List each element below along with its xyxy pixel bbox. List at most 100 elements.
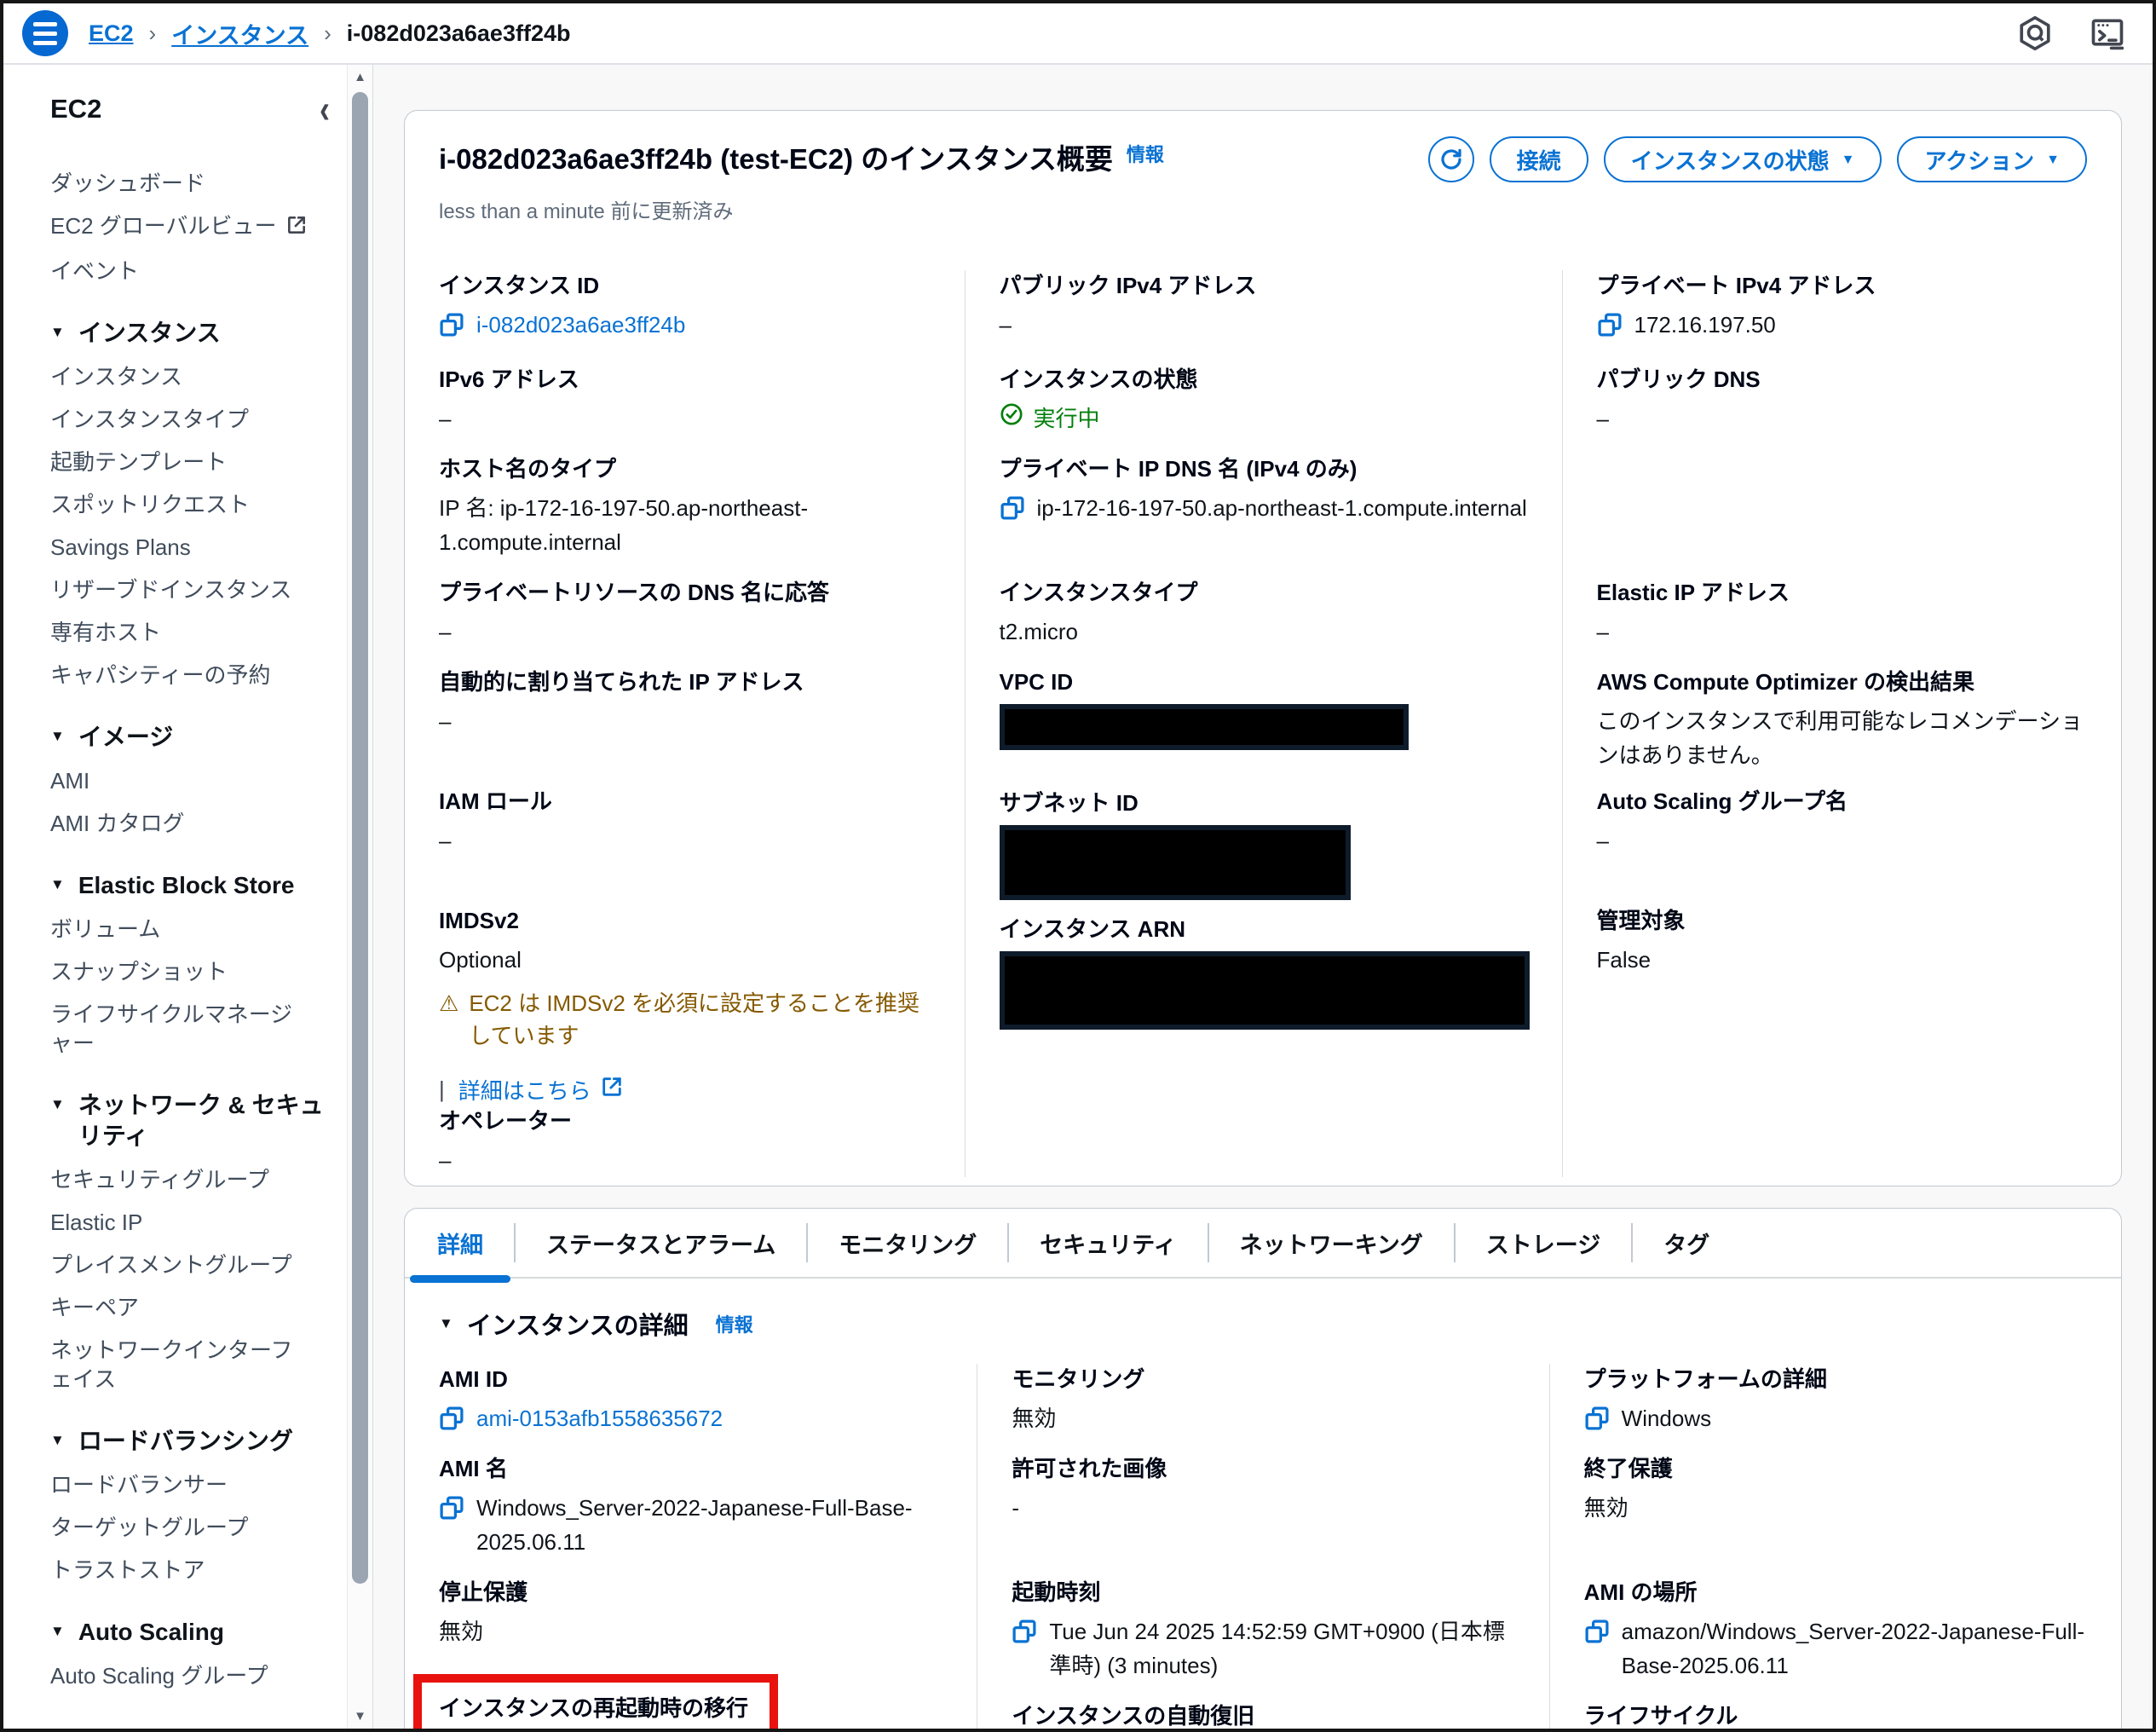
copy-icon[interactable]: [439, 1495, 464, 1521]
field-termination-protection: 終了保護 無効: [1584, 1453, 2089, 1577]
caret-down-icon: ▼: [50, 1617, 65, 1646]
sidebar-item-dashboard[interactable]: ダッシュボード: [50, 162, 310, 205]
caret-down-icon: ▼: [50, 722, 65, 751]
sidebar-item-security-groups[interactable]: セキュリティグループ: [50, 1158, 310, 1201]
hamburger-menu-button[interactable]: [22, 10, 68, 56]
tab-storage[interactable]: ストレージ: [1456, 1208, 1631, 1278]
sidebar-collapse-icon[interactable]: ‹: [320, 89, 330, 130]
summary-column-2: パブリック IPv4 アドレス – インスタンスの状態 実行中 プライベート I…: [965, 270, 1562, 1177]
field-instance-arn: インスタンス ARN: [1000, 914, 1530, 1030]
annotation-highlight: インスタンスの再起動時の移行 デフォルト (オン): [413, 1674, 778, 1729]
sidebar-item-instance-types[interactable]: インスタンスタイプ: [50, 398, 310, 441]
sidebar-section-ebs[interactable]: ▼Elastic Block Store: [50, 863, 330, 908]
learn-more-link[interactable]: 詳細はこちら: [458, 1074, 624, 1106]
field-reboot-migration: インスタンスの再起動時の移行 デフォルト (オン): [439, 1693, 754, 1729]
sidebar-item-ami-catalog[interactable]: AMI カタログ: [50, 802, 310, 845]
sidebar-item-elastic-ip[interactable]: Elastic IP: [50, 1201, 310, 1244]
sidebar-section-load-balancing[interactable]: ▼ロードバランシング: [50, 1419, 330, 1464]
field-private-ipv4: プライベート IPv4 アドレス 172.16.197.50: [1597, 270, 2090, 364]
summary-column-3: プライベート IPv4 アドレス 172.16.197.50 パブリック DNS…: [1562, 270, 2122, 1177]
sidebar-item-savings-plans[interactable]: Savings Plans: [50, 526, 310, 569]
sidebar-item-events[interactable]: イベント: [50, 250, 310, 292]
instance-summary-card: i-082d023a6ae3ff24b (test-EC2) のインスタンス概要…: [404, 110, 2122, 1186]
sidebar-item-launch-templates[interactable]: 起動テンプレート: [50, 441, 310, 483]
breadcrumb-separator-icon: ›: [149, 20, 157, 47]
sidebar-section-network-security[interactable]: ▼ネットワーク & セキュリティ: [50, 1083, 330, 1158]
check-circle-icon: [1000, 402, 1023, 432]
caret-down-icon: ▼: [1842, 153, 1855, 168]
sidebar-item-instances[interactable]: インスタンス: [50, 355, 310, 398]
sidebar-item-auto-scaling-groups[interactable]: Auto Scaling グループ: [50, 1654, 310, 1697]
sidebar-item-key-pairs[interactable]: キーペア: [50, 1286, 310, 1329]
copy-icon[interactable]: [439, 1406, 464, 1431]
copy-icon[interactable]: [1597, 312, 1623, 338]
field-subnet-id: サブネット ID: [1000, 788, 1530, 914]
amazon-q-icon[interactable]: [2016, 14, 2054, 52]
sidebar-item-lifecycle-manager[interactable]: ライフサイクルマネージャー: [50, 993, 310, 1065]
scrollbar-thumb[interactable]: [352, 92, 368, 1584]
tab-monitoring[interactable]: モニタリング: [808, 1208, 1007, 1278]
field-private-ip-dns: プライベート IP DNS 名 (IPv4 のみ) ip-172-16-197-…: [1000, 453, 1530, 577]
copy-icon[interactable]: [1000, 495, 1025, 521]
sidebar-section-instances[interactable]: ▼インスタンス: [50, 311, 330, 355]
info-link[interactable]: 情報: [716, 1310, 753, 1337]
status-badge: 実行中: [1000, 401, 1530, 433]
copy-icon[interactable]: [1584, 1406, 1610, 1431]
field-value-link[interactable]: ami-0153afb1558635672: [476, 1401, 723, 1435]
tab-details[interactable]: 詳細: [406, 1208, 514, 1278]
sidebar-item-target-groups[interactable]: ターゲットグループ: [50, 1506, 310, 1549]
warning-icon: ⚠: [439, 987, 458, 1052]
sidebar-section-auto-scaling[interactable]: ▼Auto Scaling: [50, 1610, 330, 1654]
field-launch-time: 起動時刻 Tue Jun 24 2025 14:52:59 GMT+0900 (…: [1012, 1577, 1516, 1700]
field-stop-protection: 停止保護 無効: [439, 1577, 944, 1672]
copy-icon[interactable]: [439, 312, 464, 338]
field-lifecycle: ライフサイクル ノーマル: [1584, 1700, 2089, 1729]
copy-icon[interactable]: [1012, 1619, 1037, 1644]
copy-icon[interactable]: [1584, 1619, 1610, 1644]
sidebar-item-spot-requests[interactable]: スポットリクエスト: [50, 483, 310, 526]
details-column-3: プラットフォームの詳細 Windows 終了保護 無効 AMI の場所: [1549, 1364, 2121, 1729]
field-instance-state: インスタンスの状態 実行中: [1000, 364, 1530, 453]
summary-column-1: インスタンス ID i-082d023a6ae3ff24b IPv6 アドレス …: [405, 270, 965, 1177]
instance-state-button[interactable]: インスタンスの状態▼: [1604, 136, 1882, 182]
sidebar-scrollbar[interactable]: ▲ ▼: [347, 65, 372, 1729]
scroll-up-icon[interactable]: ▲: [348, 70, 372, 84]
sidebar-item-trust-stores[interactable]: トラストストア: [50, 1549, 310, 1591]
caret-down-icon: ▼: [50, 1426, 65, 1455]
breadcrumb-link-instances[interactable]: インスタンス: [171, 17, 308, 50]
refresh-button[interactable]: [1428, 136, 1474, 182]
sidebar-item-global-view[interactable]: EC2 グローバルビュー: [50, 205, 310, 250]
sidebar-item-network-interfaces[interactable]: ネットワークインターフェイス: [50, 1329, 310, 1400]
field-auto-assigned-ip: 自動的に割り当てられた IP アドレス –: [439, 667, 932, 786]
field-value-link[interactable]: i-082d023a6ae3ff24b: [476, 308, 685, 342]
tab-networking[interactable]: ネットワーキング: [1209, 1208, 1454, 1278]
sidebar-item-ami[interactable]: AMI: [50, 759, 310, 802]
info-link[interactable]: 情報: [1127, 140, 1164, 167]
connect-button[interactable]: 接続: [1490, 136, 1588, 182]
sidebar-item-reserved-instances[interactable]: リザーブドインスタンス: [50, 569, 310, 611]
actions-button[interactable]: アクション▼: [1897, 136, 2087, 182]
sidebar-item-load-balancers[interactable]: ロードバランサー: [50, 1464, 310, 1506]
tab-bar: 詳細 ステータスとアラーム モニタリング セキュリティ ネットワーキング ストレ…: [405, 1209, 2121, 1279]
scroll-down-icon[interactable]: ▼: [348, 1709, 372, 1723]
breadcrumb: EC2 › インスタンス › i-082d023a6ae3ff24b: [89, 17, 570, 50]
cloudshell-icon[interactable]: [2088, 14, 2127, 52]
sidebar-item-placement-groups[interactable]: プレイスメントグループ: [50, 1244, 310, 1286]
sidebar-item-dedicated-hosts[interactable]: 専有ホスト: [50, 611, 310, 654]
caret-down-icon: ▼: [50, 870, 65, 899]
sidebar-section-images[interactable]: ▼イメージ: [50, 715, 330, 759]
sidebar-item-capacity-reservations[interactable]: キャパシティーの予約: [50, 654, 310, 696]
tab-tags[interactable]: タグ: [1633, 1208, 1740, 1278]
breadcrumb-link-ec2[interactable]: EC2: [89, 20, 134, 47]
details-section-header[interactable]: ▼ インスタンスの詳細 情報: [405, 1279, 2121, 1342]
sidebar-item-volumes[interactable]: ボリューム: [50, 908, 310, 950]
field-hostname-type: ホスト名のタイプ IP 名: ip-172-16-197-50.ap-north…: [439, 453, 932, 577]
redacted-value: [1000, 825, 1351, 900]
sidebar-item-snapshots[interactable]: スナップショット: [50, 950, 310, 993]
aws-console-page: EC2 › インスタンス › i-082d023a6ae3ff24b: [0, 0, 2156, 1732]
field-ami-id: AMI ID ami-0153afb1558635672: [439, 1364, 944, 1453]
field-monitoring: モニタリング 無効: [1012, 1364, 1516, 1453]
tab-security[interactable]: セキュリティ: [1009, 1208, 1207, 1278]
tab-status-alarms[interactable]: ステータスとアラーム: [516, 1208, 806, 1278]
field-auto-scaling-group: Auto Scaling グループ名 –: [1597, 786, 2090, 905]
